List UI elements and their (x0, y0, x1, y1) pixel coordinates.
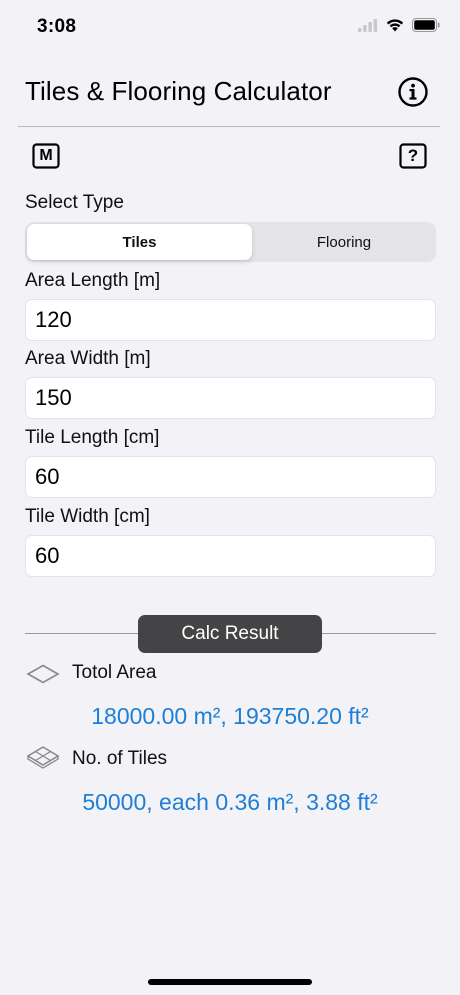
signal-icon (358, 18, 378, 32)
total-area-label: Totol Area (72, 662, 157, 683)
help-button[interactable]: ? (399, 143, 427, 169)
tile-length-label: Tile Length [cm] (25, 427, 160, 448)
tile-width-input[interactable]: 60 (25, 535, 436, 577)
area-length-label: Area Length [m] (25, 270, 161, 291)
total-area-value: 18000.00 m², 193750.20 ft² (91, 703, 369, 729)
help-button-label: ? (407, 146, 419, 165)
app-screen: 3:08 Tiles & Flooring Calculator M ? Sel… (0, 0, 460, 995)
segment-tiles[interactable]: Tiles (27, 224, 252, 260)
page-title: Tiles & Flooring Calculator (25, 76, 332, 106)
info-icon[interactable] (397, 76, 429, 108)
area-width-input[interactable]: 150 (25, 377, 436, 419)
m-button[interactable]: M (32, 143, 60, 169)
tile-width-label: Tile Width [cm] (25, 506, 150, 527)
home-indicator (148, 979, 312, 985)
type-segmented-control: Tiles Flooring (25, 222, 436, 262)
tiles-count-label: No. of Tiles (72, 748, 168, 769)
status-bar: 3:08 (0, 0, 460, 56)
wifi-icon (386, 19, 404, 32)
area-length-input[interactable]: 120 (25, 299, 436, 341)
area-diamond-icon (26, 664, 60, 684)
calc-result-button[interactable]: Calc Result (138, 615, 322, 653)
status-time: 3:08 (37, 16, 77, 37)
segment-flooring[interactable]: Flooring (254, 224, 434, 260)
header-divider (18, 126, 440, 127)
status-icons (358, 18, 440, 32)
tile-length-input[interactable]: 60 (25, 456, 436, 498)
tiles-count-value: 50000, each 0.36 m², 3.88 ft² (82, 789, 378, 815)
area-width-label: Area Width [m] (25, 348, 151, 369)
tiles-grid-icon (26, 746, 60, 769)
select-type-label: Select Type (25, 192, 124, 213)
m-button-label: M (39, 147, 53, 164)
battery-icon (412, 18, 440, 32)
